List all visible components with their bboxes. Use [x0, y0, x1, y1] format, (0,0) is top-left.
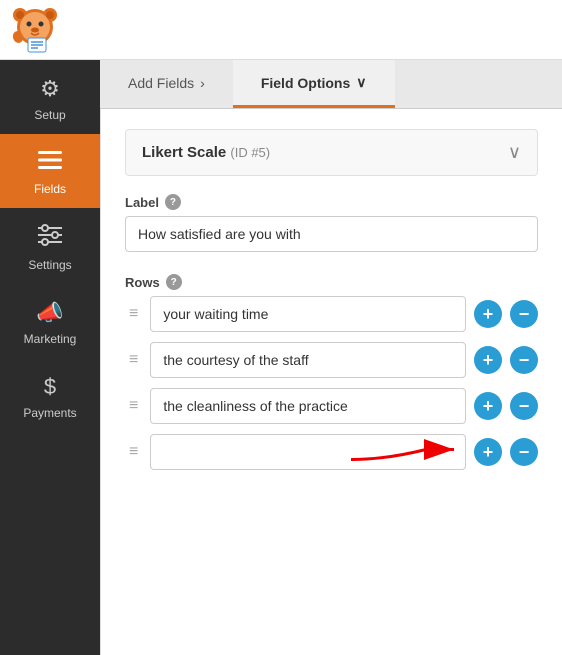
main-layout: ⚙ Setup Fields [0, 60, 562, 655]
tab-add-fields[interactable]: Add Fields › [100, 60, 233, 108]
sidebar-label-marketing: Marketing [24, 332, 77, 346]
marketing-icon: 📣 [36, 300, 63, 326]
settings-icon [38, 224, 62, 252]
row-item: ≡ + − [125, 342, 538, 378]
field-collapse-icon: ∨ [508, 142, 521, 163]
tab-add-fields-label: Add Fields [128, 75, 194, 91]
row-remove-button-3[interactable]: − [510, 392, 538, 420]
sidebar-item-marketing[interactable]: 📣 Marketing [0, 284, 100, 358]
row-item: ≡ + − [125, 388, 538, 424]
row-remove-button-1[interactable]: − [510, 300, 538, 328]
sidebar: ⚙ Setup Fields [0, 60, 100, 655]
setup-icon: ⚙ [40, 76, 60, 102]
logo [10, 5, 60, 55]
row-remove-button-4[interactable]: − [510, 438, 538, 466]
sidebar-item-fields[interactable]: Fields [0, 134, 100, 208]
sidebar-label-payments: Payments [23, 406, 76, 420]
rows-help-icon[interactable]: ? [166, 274, 182, 290]
tab-bar: Add Fields › Field Options ∨ [100, 60, 562, 109]
rows-section-header: Rows ? [125, 274, 538, 290]
row-add-button-1[interactable]: + [474, 300, 502, 328]
row-input-1[interactable] [150, 296, 466, 332]
row-item: ≡ + − [125, 296, 538, 332]
sidebar-label-fields: Fields [34, 182, 66, 196]
field-title: Likert Scale (ID #5) [142, 144, 270, 161]
rows-section: Rows ? ≡ + − ≡ + − [125, 274, 538, 470]
content-area: Add Fields › Field Options ∨ Likert Scal… [100, 60, 562, 655]
sidebar-label-settings: Settings [28, 258, 71, 272]
row-item: ≡ + − [125, 434, 538, 470]
row-add-button-4[interactable]: + [474, 438, 502, 466]
row-input-4[interactable] [150, 434, 466, 470]
tab-field-options-chevron: ∨ [356, 74, 366, 91]
label-input[interactable] [125, 216, 538, 252]
row-add-button-2[interactable]: + [474, 346, 502, 374]
label-section-header: Label ? [125, 194, 538, 210]
sidebar-item-settings[interactable]: Settings [0, 208, 100, 284]
label-help-icon[interactable]: ? [165, 194, 181, 210]
field-header[interactable]: Likert Scale (ID #5) ∨ [125, 129, 538, 176]
tab-field-options-label: Field Options [261, 75, 350, 91]
drag-handle-icon[interactable]: ≡ [125, 393, 142, 419]
row-add-button-3[interactable]: + [474, 392, 502, 420]
top-bar [0, 0, 562, 60]
drag-handle-icon[interactable]: ≡ [125, 301, 142, 327]
sidebar-label-setup: Setup [34, 108, 65, 122]
sidebar-item-setup[interactable]: ⚙ Setup [0, 60, 100, 134]
tab-field-options[interactable]: Field Options ∨ [233, 60, 395, 108]
field-id: (ID #5) [230, 145, 270, 160]
row-remove-button-2[interactable]: − [510, 346, 538, 374]
form-panel: Likert Scale (ID #5) ∨ Label ? Rows ? ≡ [100, 109, 562, 655]
fields-icon [38, 150, 62, 176]
tab-add-fields-chevron: › [200, 75, 205, 91]
row-input-2[interactable] [150, 342, 466, 378]
drag-handle-icon[interactable]: ≡ [125, 439, 142, 465]
drag-handle-icon[interactable]: ≡ [125, 347, 142, 373]
payments-icon: $ [44, 374, 56, 400]
row-input-3[interactable] [150, 388, 466, 424]
sidebar-item-payments[interactable]: $ Payments [0, 358, 100, 432]
